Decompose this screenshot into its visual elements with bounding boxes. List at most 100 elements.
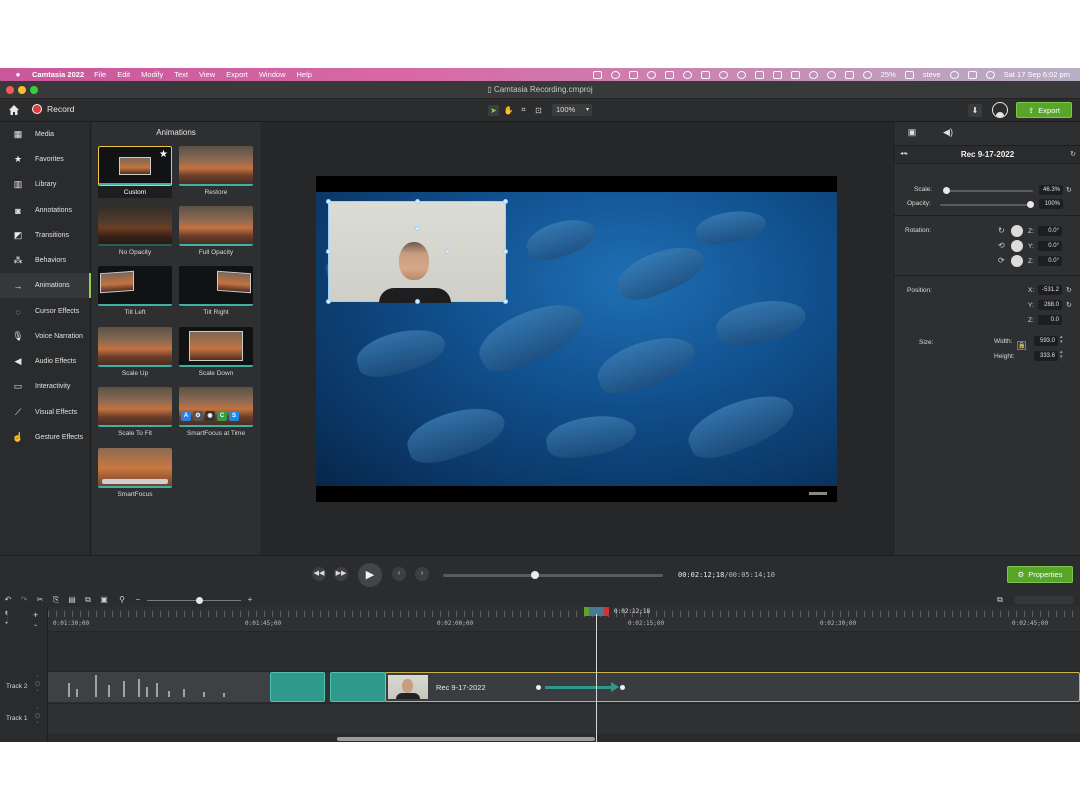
rotation-y-dial[interactable] — [1011, 240, 1023, 252]
sidebar-item-voice-narration[interactable]: 🎙 Voice Narration — [0, 324, 91, 349]
zoom-in-icon[interactable]: + — [245, 595, 255, 605]
track-lock-icon[interactable]: ◦ ▢ ◦ — [34, 674, 41, 695]
home-icon[interactable] — [8, 104, 20, 116]
next-marker-icon[interactable]: › — [415, 567, 429, 581]
collapse-icon[interactable]: ⌄ — [33, 621, 38, 628]
resize-handle[interactable] — [326, 249, 331, 254]
sidebar-item-media[interactable]: ▦ Media — [0, 122, 91, 147]
sidebar-item-annotations[interactable]: ◙ Annotations — [0, 198, 91, 223]
reset-icon[interactable]: ↻ — [1066, 301, 1072, 309]
zoom-icon[interactable]: ⚲ — [117, 595, 127, 605]
rotate-handle[interactable] — [445, 249, 450, 254]
animation-tile-no-opacity[interactable]: No Opacity — [98, 206, 172, 258]
record-status-icon[interactable] — [610, 70, 620, 79]
export-button[interactable]: ⇪ Export — [1016, 102, 1072, 118]
sidebar-item-animations[interactable]: → Animations — [0, 273, 91, 298]
resize-handle[interactable] — [503, 199, 508, 204]
menu-text[interactable]: Text — [174, 70, 188, 79]
calendar-icon[interactable] — [664, 70, 674, 79]
media-clip[interactable] — [330, 672, 386, 702]
crop-icon[interactable]: ⌗ — [518, 105, 529, 116]
opacity-field[interactable]: 100% — [1039, 199, 1063, 209]
animation-arrow[interactable] — [545, 682, 619, 692]
animation-tile-scale-up[interactable]: Scale Up — [98, 327, 172, 379]
rotation-x-dial[interactable] — [1011, 255, 1023, 267]
grid-icon[interactable] — [754, 70, 764, 79]
hand-pan-icon[interactable]: ✋ — [503, 105, 514, 116]
zoom-select[interactable]: 100% — [552, 104, 592, 116]
copy-icon[interactable]: ⎘ — [51, 595, 61, 605]
control-center-icon[interactable] — [967, 70, 977, 79]
timeline-zoom-track[interactable] — [147, 600, 241, 601]
menu-help[interactable]: Help — [297, 70, 312, 79]
scrub-knob[interactable] — [531, 571, 540, 579]
animation-tile-full-opacity[interactable]: Full Opacity — [179, 206, 253, 258]
menu-extra-icon[interactable] — [628, 70, 638, 79]
moon-icon[interactable] — [736, 70, 746, 79]
audio-clip[interactable] — [48, 672, 270, 702]
download-icon[interactable]: ⬇ — [968, 104, 982, 117]
scale-slider-track[interactable] — [946, 190, 1033, 192]
resize-handle[interactable] — [415, 299, 420, 304]
display-icon[interactable] — [772, 70, 782, 79]
c-app-icon[interactable] — [718, 70, 728, 79]
reset-icon[interactable]: ↻ — [1066, 186, 1072, 194]
triangle-icon[interactable] — [682, 70, 692, 79]
sidebar-item-audio-effects[interactable]: ◀ Audio Effects — [0, 349, 91, 374]
height-field[interactable]: 333.6 — [1034, 351, 1058, 361]
animation-tile-tilt-left[interactable]: Tilt Left — [98, 266, 172, 318]
opacity-slider-knob[interactable] — [1026, 201, 1034, 208]
menu-export[interactable]: Export — [226, 70, 248, 79]
sidebar-item-transitions[interactable]: ◩ Transitions — [0, 223, 91, 248]
search-icon[interactable] — [949, 70, 959, 79]
animation-tile-scale-down[interactable]: Scale Down — [179, 327, 253, 379]
arrow-select-icon[interactable]: ➤ — [488, 104, 499, 116]
track-options-icon[interactable]: ▮ ⋮ ● — [5, 611, 10, 626]
fit-icon[interactable]: ⊡ — [533, 105, 544, 116]
detach-timeline-icon[interactable]: ⧉ — [995, 595, 1005, 605]
record-button[interactable]: Record — [32, 104, 74, 114]
stepper-icon[interactable]: ▴ ▾ — [1060, 335, 1063, 345]
rotation-y-field[interactable]: 0.0° — [1038, 241, 1062, 251]
menu-window[interactable]: Window — [259, 70, 286, 79]
properties-button[interactable]: ⚙ Properties — [1007, 566, 1073, 583]
split-icon[interactable]: ⧉ — [83, 595, 93, 605]
track-1[interactable] — [48, 703, 1080, 734]
out-point-handle[interactable] — [604, 607, 609, 616]
sidebar-item-library[interactable]: ▥ Library — [0, 172, 91, 197]
sidebar-item-interactivity[interactable]: ▭ Interactivity — [0, 374, 91, 399]
step-forward-icon[interactable]: ▶▶ — [334, 567, 348, 581]
cut-icon[interactable]: ✂ — [35, 595, 45, 605]
resize-handle[interactable] — [503, 249, 508, 254]
width-field[interactable]: 593.0 — [1034, 336, 1058, 346]
user-name[interactable]: steve — [923, 70, 941, 79]
bluetooth-icon[interactable] — [808, 70, 818, 79]
resize-handle[interactable] — [503, 299, 508, 304]
rotation-z-dial[interactable] — [1011, 225, 1023, 237]
anchor-handle[interactable] — [415, 226, 420, 231]
reset-icon[interactable]: ↻ — [1066, 286, 1072, 294]
stepper-icon[interactable]: ▴ ▾ — [1060, 350, 1063, 360]
sidebar-item-gesture-effects[interactable]: ☝ Gesture Effects — [0, 425, 91, 450]
resize-handle[interactable] — [326, 199, 331, 204]
time-machine-icon[interactable] — [826, 70, 836, 79]
battery-percent[interactable]: 25% — [881, 70, 896, 79]
selected-video-clip[interactable]: Rec 9-17-2022 — [385, 672, 1080, 702]
volume-icon[interactable] — [790, 70, 800, 79]
position-y-field[interactable]: 288.0 — [1038, 300, 1062, 310]
undo-icon[interactable]: ↶ — [3, 595, 13, 605]
sidebar-item-behaviors[interactable]: ⁂ Behaviors — [0, 248, 91, 273]
webcam-overlay[interactable] — [326, 199, 508, 304]
reset-icon[interactable]: ↻ — [1070, 150, 1076, 158]
timeline-zoom-knob[interactable] — [196, 597, 203, 604]
rotation-z-field[interactable]: 0.0° — [1038, 226, 1062, 236]
track-lock-icon[interactable]: ◦ ▢ ◦ — [34, 706, 41, 727]
timeline-search[interactable] — [1015, 596, 1073, 604]
position-z-field[interactable]: 0.0 — [1038, 315, 1062, 325]
visual-properties-icon[interactable]: ▣ — [900, 127, 924, 141]
resize-handle[interactable] — [415, 199, 420, 204]
clock[interactable]: Sat 17 Sep 6:02 pm — [1004, 70, 1070, 79]
timeline-ruler[interactable]: 0:01:30;00 0:01:45;00 0:02:00;00 0:02:15… — [48, 607, 1080, 631]
account-icon[interactable] — [992, 102, 1008, 118]
opacity-slider-track[interactable] — [940, 204, 1030, 206]
